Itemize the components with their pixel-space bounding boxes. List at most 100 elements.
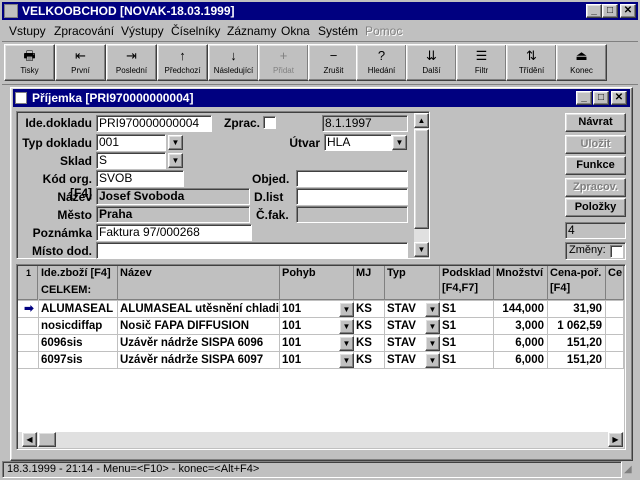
menu-zaznamy[interactable]: Záznamy — [226, 22, 277, 40]
grid-cell-r3-c0[interactable]: 6097sis — [39, 352, 118, 369]
grid-cell-r2-c3[interactable]: KS — [354, 335, 385, 352]
grid-cell-r1-c6[interactable]: 3,000 — [494, 318, 548, 335]
side-button-0[interactable]: Návrat — [565, 113, 626, 132]
side-button-3[interactable]: Zpracov. — [565, 178, 626, 197]
grid-scroll-left-icon[interactable]: ◀ — [22, 432, 37, 447]
grid-cell-r1-c0[interactable]: nosicdiffap — [39, 318, 118, 335]
resize-grip-icon[interactable]: ◢ — [624, 464, 638, 478]
cell-dropdown-icon[interactable]: ▼ — [339, 319, 354, 334]
toolbar-button-10[interactable]: ⇅ Třídění — [506, 44, 557, 81]
grid-cell-r0-c1[interactable]: ALUMASEAL utěsnění chladi — [118, 301, 280, 318]
grid-scroll-thumb[interactable] — [38, 432, 56, 447]
menu-ciselniky[interactable]: Číselníky — [170, 22, 221, 40]
toolbar-button-8[interactable]: ⇊ Další — [406, 44, 457, 81]
grid-cell-r3-c7[interactable]: 151,20 — [548, 352, 606, 369]
maximize-button[interactable]: □ — [602, 4, 618, 18]
toolbar-button-3[interactable]: ↑ Předchozí — [157, 44, 208, 81]
toolbar-button-4[interactable]: ↓ Následující — [208, 44, 259, 81]
grid-cell-r1-c1[interactable]: Nosič FAPA DIFFUSION — [118, 318, 280, 335]
toolbar-button-9[interactable]: ☰ Filtr — [456, 44, 507, 81]
grid-header-8[interactable]: Ce — [606, 266, 624, 300]
grid-header-4[interactable]: Typ — [385, 266, 440, 300]
cell-dropdown-icon[interactable]: ▼ — [339, 353, 354, 368]
grid-header-2[interactable]: Pohyb — [280, 266, 354, 300]
status-text: 18.3.1999 - 21:14 - Menu=<F10> - konec=<… — [7, 463, 260, 475]
menu-zpracovani[interactable]: Zpracování — [53, 22, 115, 40]
zprac-checkbox[interactable] — [263, 116, 276, 129]
previous-record-icon: ↑ — [179, 48, 186, 63]
grid-cell-r2-c7[interactable]: 151,20 — [548, 335, 606, 352]
grid-header-3[interactable]: MJ — [354, 266, 385, 300]
typ-select[interactable]: 001 — [96, 134, 166, 151]
toolbar-button-2[interactable]: ⇥ Poslední — [106, 44, 157, 81]
side-button-2[interactable]: Funkce — [565, 156, 626, 175]
grid-cell-r0-c6[interactable]: 144,000 — [494, 301, 548, 318]
menu-pomoc[interactable]: Pomoc — [364, 22, 403, 40]
cell-dropdown-icon[interactable]: ▼ — [425, 319, 440, 334]
grid-cell-r2-c0[interactable]: 6096sis — [39, 335, 118, 352]
grid-header-7[interactable]: Cena-poř. [F4] — [548, 266, 606, 300]
typ-dropdown-icon[interactable]: ▼ — [168, 135, 183, 150]
doc-maximize-button[interactable]: □ — [593, 91, 609, 105]
dlist-field[interactable] — [296, 188, 408, 205]
misto-field[interactable] — [96, 242, 408, 259]
side-button-1[interactable]: Uložit — [565, 135, 626, 154]
grid-cell-r0-c0[interactable]: ALUMASEAL — [39, 301, 118, 318]
form-scroll-down-icon[interactable]: ▼ — [414, 242, 429, 257]
row-marker[interactable] — [18, 352, 39, 369]
side-button-4[interactable]: Položky — [565, 198, 626, 217]
grid-cell-r1-c3[interactable]: KS — [354, 318, 385, 335]
utvar-select[interactable]: HLA — [324, 134, 392, 151]
cell-dropdown-icon[interactable]: ▼ — [425, 336, 440, 351]
toolbar-button-1[interactable]: ⇤ První — [55, 44, 106, 81]
poznamka-field[interactable]: Faktura 97/000268 — [96, 224, 252, 241]
row-marker[interactable]: ➡ — [18, 301, 39, 318]
sklad-select[interactable]: S — [96, 152, 166, 169]
close-button[interactable]: ✕ — [620, 4, 636, 18]
minimize-button[interactable]: _ — [586, 4, 602, 18]
cell-dropdown-icon[interactable]: ▼ — [425, 302, 440, 317]
cell-dropdown-icon[interactable]: ▼ — [339, 336, 354, 351]
grid-cell-r1-c7[interactable]: 1 062,59 — [548, 318, 606, 335]
grid-header-6[interactable]: Množství — [494, 266, 548, 300]
row-marker[interactable] — [18, 335, 39, 352]
doc-close-button[interactable]: ✕ — [611, 91, 627, 105]
menu-system[interactable]: Systém — [317, 22, 359, 40]
grid-cell-r0-c7[interactable]: 31,90 — [548, 301, 606, 318]
cell-dropdown-icon[interactable]: ▼ — [339, 302, 354, 317]
grid-cell-r3-c3[interactable]: KS — [354, 352, 385, 369]
toolbar-button-6[interactable]: − Zrušit — [308, 44, 359, 81]
menu-vystupy[interactable]: Výstupy — [120, 22, 165, 40]
ide-field[interactable]: PRI970000000004 — [96, 115, 212, 132]
utvar-dropdown-icon[interactable]: ▼ — [392, 135, 407, 150]
grid-cell-r3-c6[interactable]: 6,000 — [494, 352, 548, 369]
grid-cell-r0-c3[interactable]: KS — [354, 301, 385, 318]
kod-field[interactable]: SVOB — [96, 170, 184, 187]
doc-minimize-button[interactable]: _ — [576, 91, 592, 105]
menu-okna[interactable]: Okna — [280, 22, 311, 40]
sklad-dropdown-icon[interactable]: ▼ — [168, 153, 183, 168]
grid-cell-r0-c5[interactable]: S1 — [440, 301, 494, 318]
grid-cell-r2-c5[interactable]: S1 — [440, 335, 494, 352]
grid-cell-r2-c1[interactable]: Uzávěr nádrže SISPA 6096 — [118, 335, 280, 352]
row-marker[interactable] — [18, 318, 39, 335]
grid-cell-r3-c5[interactable]: S1 — [440, 352, 494, 369]
grid-scroll-right-icon[interactable]: ▶ — [608, 432, 623, 447]
cell-dropdown-icon[interactable]: ▼ — [425, 353, 440, 368]
grid-header-5[interactable]: Podsklad [F4,F7] — [440, 266, 494, 300]
zmeny-checkbox[interactable] — [610, 245, 623, 258]
objed-field[interactable] — [296, 170, 408, 187]
menu-vstupy[interactable]: Vstupy — [8, 22, 47, 40]
grid-cell-r1-c5[interactable]: S1 — [440, 318, 494, 335]
grid-cell-r2-c6[interactable]: 6,000 — [494, 335, 548, 352]
grid-cell-r3-c1[interactable]: Uzávěr nádrže SISPA 6097 — [118, 352, 280, 369]
toolbar-button-5[interactable]: + Přidat — [258, 44, 309, 81]
toolbar-button-7[interactable]: ? Hledání — [356, 44, 407, 81]
form-scroll-thumb[interactable] — [414, 129, 429, 229]
form-scrollbar[interactable]: ▲ ▼ — [414, 113, 429, 257]
form-scroll-up-icon[interactable]: ▲ — [414, 113, 429, 128]
toolbar-button-0[interactable]: 🖶 Tisky — [4, 44, 55, 81]
toolbar-button-11[interactable]: ⏏ Konec — [556, 44, 607, 81]
grid-header-1[interactable]: Název — [118, 266, 280, 300]
grid-hscrollbar[interactable]: ◀ ▶ — [18, 432, 624, 448]
